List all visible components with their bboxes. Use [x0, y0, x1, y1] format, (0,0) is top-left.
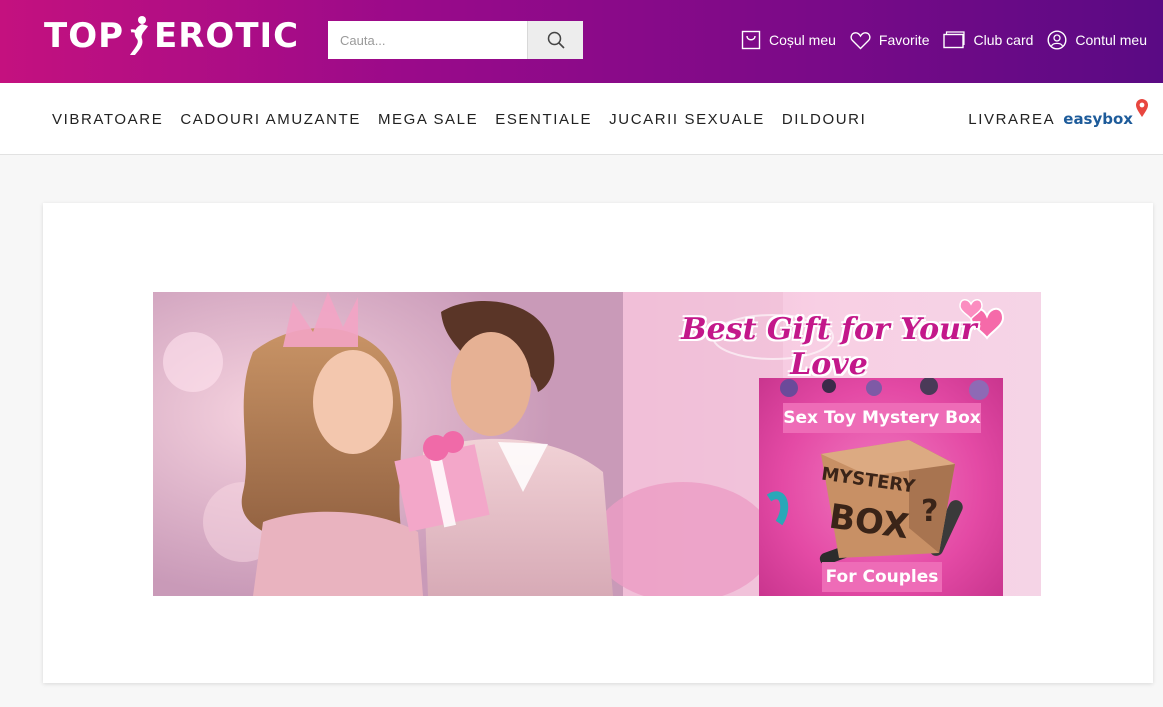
search-bar	[328, 21, 583, 59]
mystery-box-tag: Sex Toy Mystery Box	[783, 403, 981, 433]
account-link[interactable]: Contul meu	[1047, 30, 1147, 50]
search-input[interactable]	[328, 21, 527, 59]
promo-banner[interactable]: Best Gift for Your Love Sex Toy Mystery …	[153, 292, 1041, 596]
account-label: Contul meu	[1075, 32, 1147, 48]
nav-item-jucarii-sexuale[interactable]: JUCARII SEXUALE	[609, 111, 765, 128]
logo-text-right: EROTIC	[154, 16, 300, 56]
cart-label: Coșul meu	[768, 32, 836, 48]
top-header: TOP EROTIC Coșul meu F	[0, 0, 1163, 83]
location-pin-icon	[1136, 99, 1148, 117]
easybox-logo: easybox	[1063, 99, 1148, 128]
bag-icon	[741, 30, 761, 50]
content-card: Best Gift for Your Love Sex Toy Mystery …	[43, 203, 1153, 683]
search-button[interactable]	[527, 21, 583, 59]
main-nav: VIBRATOARE CADOURI AMUZANTE MEGA SALE ES…	[0, 83, 1163, 155]
logo-figure-icon	[130, 16, 149, 55]
header-links: Coșul meu Favorite Club card Contul meu	[741, 29, 1147, 51]
delivery-label: LIVRAREA	[968, 110, 1056, 128]
easybox-brand: easybox	[1063, 110, 1133, 128]
delivery-link[interactable]: LIVRAREA easybox	[968, 97, 1148, 141]
box-question-mark: ?	[921, 494, 939, 529]
club-card-link[interactable]: Club card	[943, 31, 1033, 49]
favorites-label: Favorite	[878, 32, 930, 48]
cart-link[interactable]: Coșul meu	[741, 30, 836, 50]
nav-item-esentiale[interactable]: ESENTIALE	[495, 111, 592, 128]
site-logo[interactable]: TOP EROTIC	[44, 14, 299, 58]
mystery-box-panel: Sex Toy Mystery Box MYSTERY BOX ? For Co…	[759, 378, 1003, 596]
search-icon	[547, 31, 565, 49]
logo-text-left: TOP	[44, 16, 125, 56]
nav-item-cadouri-amuzante[interactable]: CADOURI AMUZANTE	[180, 111, 361, 128]
nav-item-vibratoare[interactable]: VIBRATOARE	[52, 111, 163, 128]
nav-items: VIBRATOARE CADOURI AMUZANTE MEGA SALE ES…	[52, 83, 866, 155]
card-icon	[943, 31, 966, 49]
favorites-link[interactable]: Favorite	[850, 31, 930, 50]
banner-headline: Best Gift for Your Love	[681, 312, 977, 382]
user-icon	[1047, 30, 1067, 50]
nav-item-mega-sale[interactable]: MEGA SALE	[378, 111, 478, 128]
club-card-label: Club card	[973, 32, 1034, 48]
heart-icon	[850, 31, 871, 49]
nav-item-dildouri[interactable]: DILDOURI	[782, 111, 866, 128]
for-couples-tag: For Couples	[822, 562, 942, 592]
